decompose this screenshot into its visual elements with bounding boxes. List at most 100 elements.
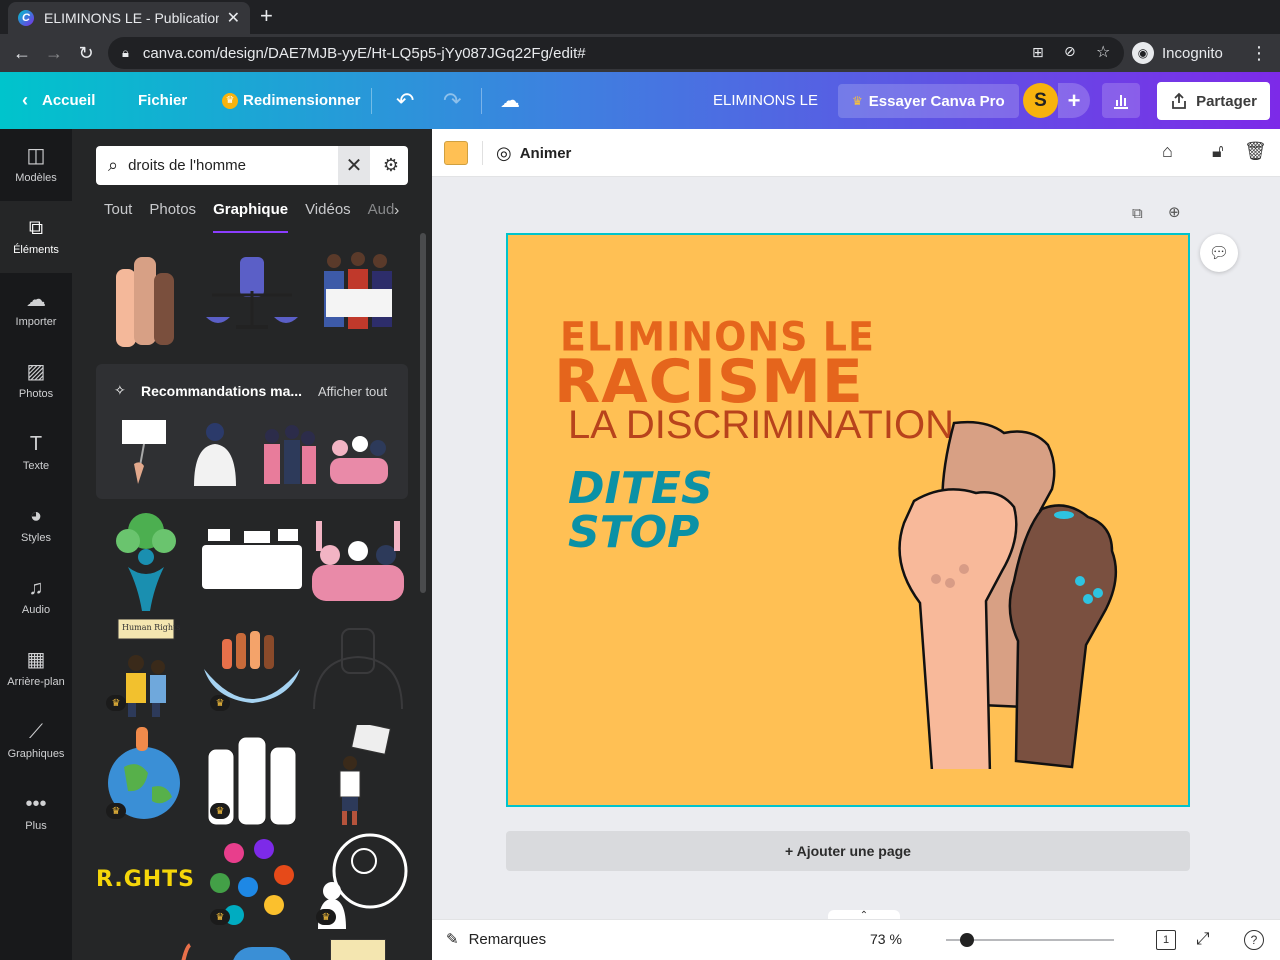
notes-button[interactable]: ✎ Remarques	[446, 930, 546, 949]
fullscreen-icon[interactable]: ⤢	[1196, 929, 1210, 949]
chevron-right-icon[interactable]: ›	[394, 202, 399, 220]
reco-graphic-person-white[interactable]	[190, 420, 240, 486]
reco-graphic-crowd[interactable]	[326, 420, 392, 486]
reco-graphic-sign-hand[interactable]	[120, 420, 168, 486]
animate-button[interactable]: ◎ Animer	[496, 141, 571, 165]
crown-icon: ♛	[852, 94, 863, 108]
graphic-tree-person[interactable]	[108, 511, 184, 611]
divider	[482, 141, 483, 165]
rail-item-upload[interactable]: ☁ Importer	[0, 273, 72, 345]
canvas-scrollbar[interactable]	[1260, 177, 1264, 919]
share-label: Partager	[1196, 92, 1257, 110]
paint-format-icon[interactable]: ⌂	[1162, 141, 1173, 162]
rail-label: Texte	[22, 460, 50, 472]
graphic-raised-fists[interactable]	[110, 249, 182, 349]
graphic-justice-scales[interactable]	[202, 251, 302, 331]
design-page[interactable]: ELIMINONS LE RACISME LA DISCRIMINATION D…	[506, 233, 1190, 807]
help-icon[interactable]: ?	[1244, 930, 1264, 950]
rail-item-templates[interactable]: ◫ Modèles	[0, 129, 72, 201]
reco-graphic-women-group[interactable]	[258, 420, 318, 486]
comment-icon[interactable]: 💬︎	[1200, 234, 1238, 272]
graphic-woman-sign[interactable]	[326, 721, 392, 825]
star-icon[interactable]: ☆	[1096, 42, 1110, 62]
share-button[interactable]: Partager	[1157, 82, 1270, 120]
document-title[interactable]: ELIMINONS LE	[713, 72, 818, 129]
graphic-partial-sign[interactable]	[330, 939, 386, 960]
premium-crown-icon: ♛	[316, 909, 336, 925]
panel-scrollbar[interactable]	[420, 233, 426, 593]
forward-icon[interactable]: →	[41, 40, 67, 66]
add-page-icon[interactable]: ⊕	[1168, 203, 1181, 221]
photos-icon: ▨	[26, 361, 46, 383]
add-member-icon[interactable]: +	[1058, 83, 1090, 118]
clear-search-icon[interactable]: ✕	[338, 146, 370, 185]
animate-icon: ◎	[496, 142, 512, 163]
close-tab-icon[interactable]: ✕	[227, 8, 240, 28]
graphic-partial[interactable]	[152, 937, 192, 960]
new-tab-icon[interactable]: +	[260, 5, 280, 29]
avatar[interactable]: S	[1023, 83, 1058, 118]
home-label: Accueil	[42, 92, 96, 109]
duplicate-page-icon[interactable]: ⧉	[1132, 205, 1143, 222]
incognito-icon: ◉	[1132, 42, 1154, 64]
tab-all[interactable]: Tout	[104, 201, 132, 233]
premium-crown-icon: ♛	[106, 695, 126, 711]
graphic-rights-text[interactable]: R.GHTS	[96, 867, 196, 897]
cloud-saved-icon[interactable]: ☁	[500, 72, 520, 129]
raised-fists-illustration[interactable]	[892, 419, 1162, 777]
rail-item-text[interactable]: T Texte	[0, 417, 72, 489]
rail-item-styles[interactable]: ◕ Styles	[0, 489, 72, 561]
tab-graphics[interactable]: Graphique	[213, 201, 289, 233]
try-pro-button[interactable]: ♛ Essayer Canva Pro	[838, 84, 1019, 118]
see-all-link[interactable]: Afficher tout	[318, 384, 387, 399]
browser-tab[interactable]: C ELIMINONS LE - Publication ✕	[8, 2, 250, 34]
templates-icon: ◫	[26, 145, 46, 167]
reload-icon[interactable]: ↻	[73, 40, 99, 66]
divider	[371, 88, 372, 114]
rail-item-more[interactable]: ••• Plus	[0, 777, 72, 849]
filter-icon[interactable]: ⚙	[374, 146, 408, 185]
translate-icon[interactable]: ⊞	[1032, 44, 1044, 61]
tab-photos[interactable]: Photos	[149, 201, 196, 233]
notes-icon: ✎	[446, 931, 459, 948]
file-menu-button[interactable]: Fichier	[138, 72, 187, 129]
tab-audio[interactable]: Aud	[368, 201, 395, 233]
graphic-people-banner[interactable]	[316, 249, 400, 349]
zoom-slider-knob[interactable]	[960, 933, 974, 947]
rail-label: Photos	[18, 388, 54, 400]
insights-icon[interactable]	[1102, 83, 1140, 118]
zoom-value[interactable]: 73 %	[870, 931, 902, 947]
lock-icon[interactable]: 🔓︎	[1212, 141, 1224, 162]
eye-off-icon[interactable]: ⊘	[1064, 43, 1076, 60]
bottom-bar: ✎ Remarques 73 % 1 ⤢ ?	[432, 919, 1280, 960]
background-color-swatch[interactable]	[444, 141, 468, 165]
rail-item-audio[interactable]: ♫ Audio	[0, 561, 72, 633]
page-count-icon[interactable]: 1	[1156, 930, 1176, 950]
search-box[interactable]: ⌕ droits de l'homme ✕ ⚙	[96, 146, 408, 185]
trash-icon[interactable]: 🗑︎	[1244, 141, 1267, 162]
back-icon[interactable]: ←	[9, 40, 35, 66]
elements-panel: ⌕ droits de l'homme ✕ ⚙ Tout Photos Grap…	[72, 129, 432, 960]
resize-button[interactable]: ♛ Redimensionner	[222, 72, 361, 129]
rail-item-charts[interactable]: ⟋ Graphiques	[0, 705, 72, 777]
graphic-fist-outline[interactable]	[308, 625, 408, 710]
rail-item-background[interactable]: ▦ Arrière-plan	[0, 633, 72, 705]
url-field[interactable]: 🔒︎ canva.com/design/DAE7MJB-yyE/Ht-LQ5p5…	[108, 37, 1124, 69]
headline-line-4[interactable]: DITES STOP	[568, 467, 713, 555]
rail-label: Arrière-plan	[7, 676, 65, 688]
redo-icon[interactable]: ↷	[443, 72, 461, 129]
graphic-raised-hands-group[interactable]	[308, 519, 408, 601]
undo-icon[interactable]: ↶	[396, 72, 414, 129]
graphic-partial-globe[interactable]	[232, 947, 292, 960]
search-input[interactable]: droits de l'homme	[128, 157, 246, 174]
rail-label: Styles	[21, 532, 51, 544]
menu-kebab-icon[interactable]: ⋮	[1246, 40, 1272, 66]
tab-videos[interactable]: Vidéos	[305, 201, 351, 233]
graphic-protest-silhouette[interactable]	[202, 529, 302, 589]
incognito-badge[interactable]: ◉ Incognito	[1132, 38, 1223, 68]
add-page-button[interactable]: + Ajouter une page	[506, 831, 1190, 871]
rail-item-elements[interactable]: ⧉ Éléments	[0, 201, 72, 273]
rail-label: Audio	[21, 604, 51, 616]
home-button[interactable]: ‹ Accueil	[22, 72, 95, 129]
rail-item-photos[interactable]: ▨ Photos	[0, 345, 72, 417]
